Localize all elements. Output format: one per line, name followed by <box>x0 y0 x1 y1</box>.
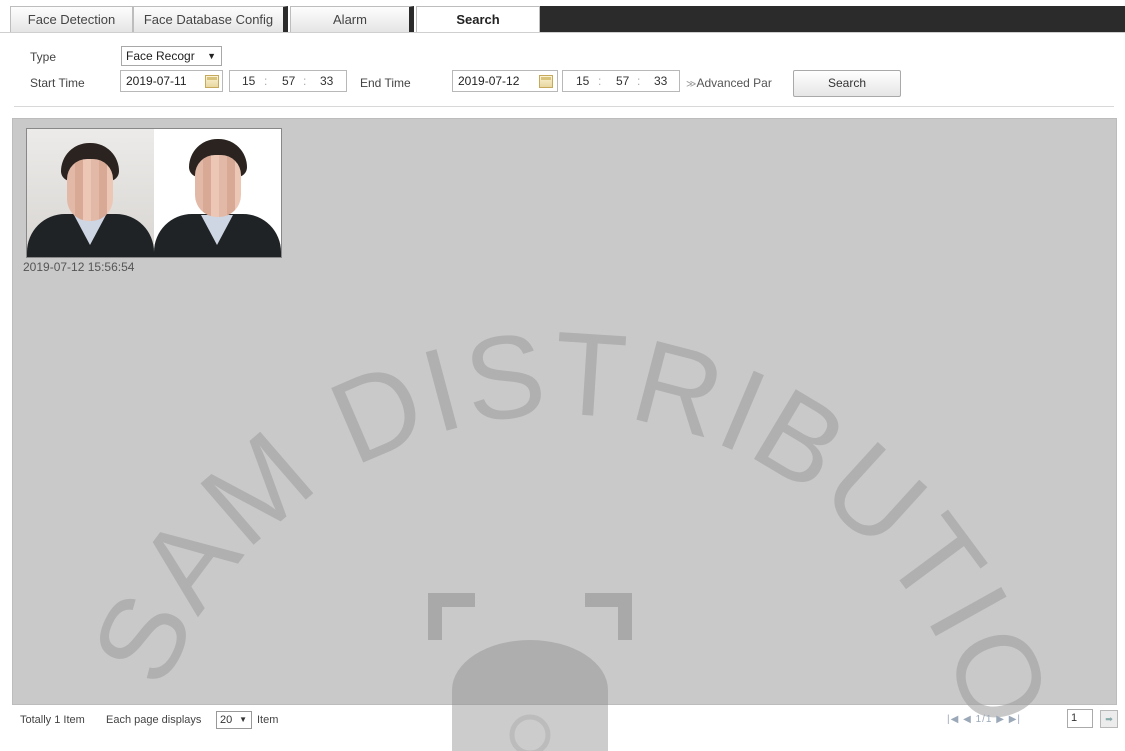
page-info: 1/1 <box>975 714 993 725</box>
end-hour[interactable]: 15 <box>576 71 589 91</box>
tab-search[interactable]: Search <box>416 6 540 33</box>
end-second[interactable]: 33 <box>654 71 667 91</box>
page-size-value: 20 <box>220 714 233 726</box>
start-second[interactable]: 33 <box>320 71 333 91</box>
end-date-value: 2019-07-12 <box>458 74 520 88</box>
advanced-parameters-label: Advanced Par <box>696 76 772 90</box>
pixelated-face <box>67 159 113 221</box>
go-arrow-icon[interactable]: ➡ <box>1100 710 1118 728</box>
time-separator: : <box>598 74 602 88</box>
calendar-icon[interactable] <box>205 75 219 88</box>
type-select-value: Face Recogr <box>126 49 195 63</box>
time-separator: : <box>303 74 307 88</box>
start-time-label: Start Time <box>30 76 85 90</box>
page-size-select[interactable]: 20 ▼ <box>216 711 252 729</box>
page-number-input[interactable]: 1 <box>1067 709 1093 728</box>
end-time-label: End Time <box>360 76 411 90</box>
type-select[interactable]: Face Recogr ▼ <box>121 46 222 66</box>
pixelated-face <box>195 155 241 217</box>
start-date-value: 2019-07-11 <box>126 74 187 88</box>
pager-controls: |◀ ◀ 1/1 ▶ ▶| <box>947 714 1021 725</box>
form-divider <box>14 106 1114 107</box>
page-size-unit: Item <box>257 714 279 726</box>
total-items-text: Totally 1 Item <box>20 714 85 726</box>
end-minute[interactable]: 57 <box>616 71 629 91</box>
tab-face-detection[interactable]: Face Detection <box>10 6 133 33</box>
first-page-icon[interactable]: |◀ <box>947 714 959 725</box>
tab-alarm[interactable]: Alarm <box>290 6 414 33</box>
advanced-parameters-link[interactable]: ≫Advanced Par <box>686 76 790 90</box>
next-page-icon[interactable]: ▶ <box>996 714 1005 725</box>
time-separator: : <box>264 74 268 88</box>
page-size-label: Each page displays <box>106 714 202 726</box>
time-separator: : <box>637 74 641 88</box>
snapshot-image[interactable] <box>27 129 154 257</box>
dropdown-arrow-icon: ▼ <box>239 715 247 724</box>
tab-bar-underline <box>0 32 1125 33</box>
calendar-icon[interactable] <box>539 75 553 88</box>
last-page-icon[interactable]: ▶| <box>1009 714 1021 725</box>
tab-bar-background <box>538 6 1125 33</box>
double-chevron-down-icon: ≫ <box>686 79 697 90</box>
start-minute[interactable]: 57 <box>282 71 295 91</box>
start-hour[interactable]: 15 <box>242 71 255 91</box>
start-time-field[interactable]: 15 : 57 : 33 <box>229 70 347 92</box>
pagination-footer: Totally 1 Item Each page displays 20 ▼ I… <box>12 705 1125 735</box>
tab-face-database-config[interactable]: Face Database Config <box>133 6 288 33</box>
result-thumbnail[interactable] <box>26 128 282 258</box>
type-label: Type <box>30 50 57 64</box>
end-time-field[interactable]: 15 : 57 : 33 <box>562 70 680 92</box>
database-face-image[interactable] <box>154 129 281 257</box>
tab-bar: Face Detection Face Database Config Alar… <box>0 0 1125 33</box>
dropdown-arrow-icon: ▼ <box>207 51 216 61</box>
result-timestamp: 2019-07-12 15:56:54 <box>23 260 135 274</box>
prev-page-icon[interactable]: ◀ <box>963 714 972 725</box>
search-button[interactable]: Search <box>793 70 901 97</box>
